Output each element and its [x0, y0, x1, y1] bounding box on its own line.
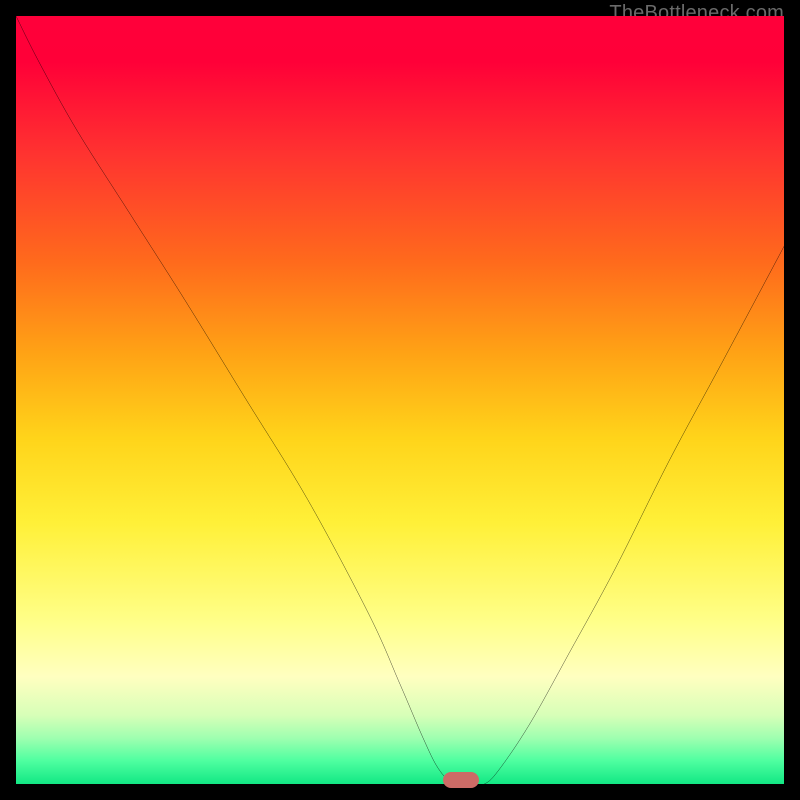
- bottleneck-marker: [443, 772, 479, 788]
- chart-frame: TheBottleneck.com: [0, 0, 800, 800]
- chart-background-gradient: [16, 16, 784, 784]
